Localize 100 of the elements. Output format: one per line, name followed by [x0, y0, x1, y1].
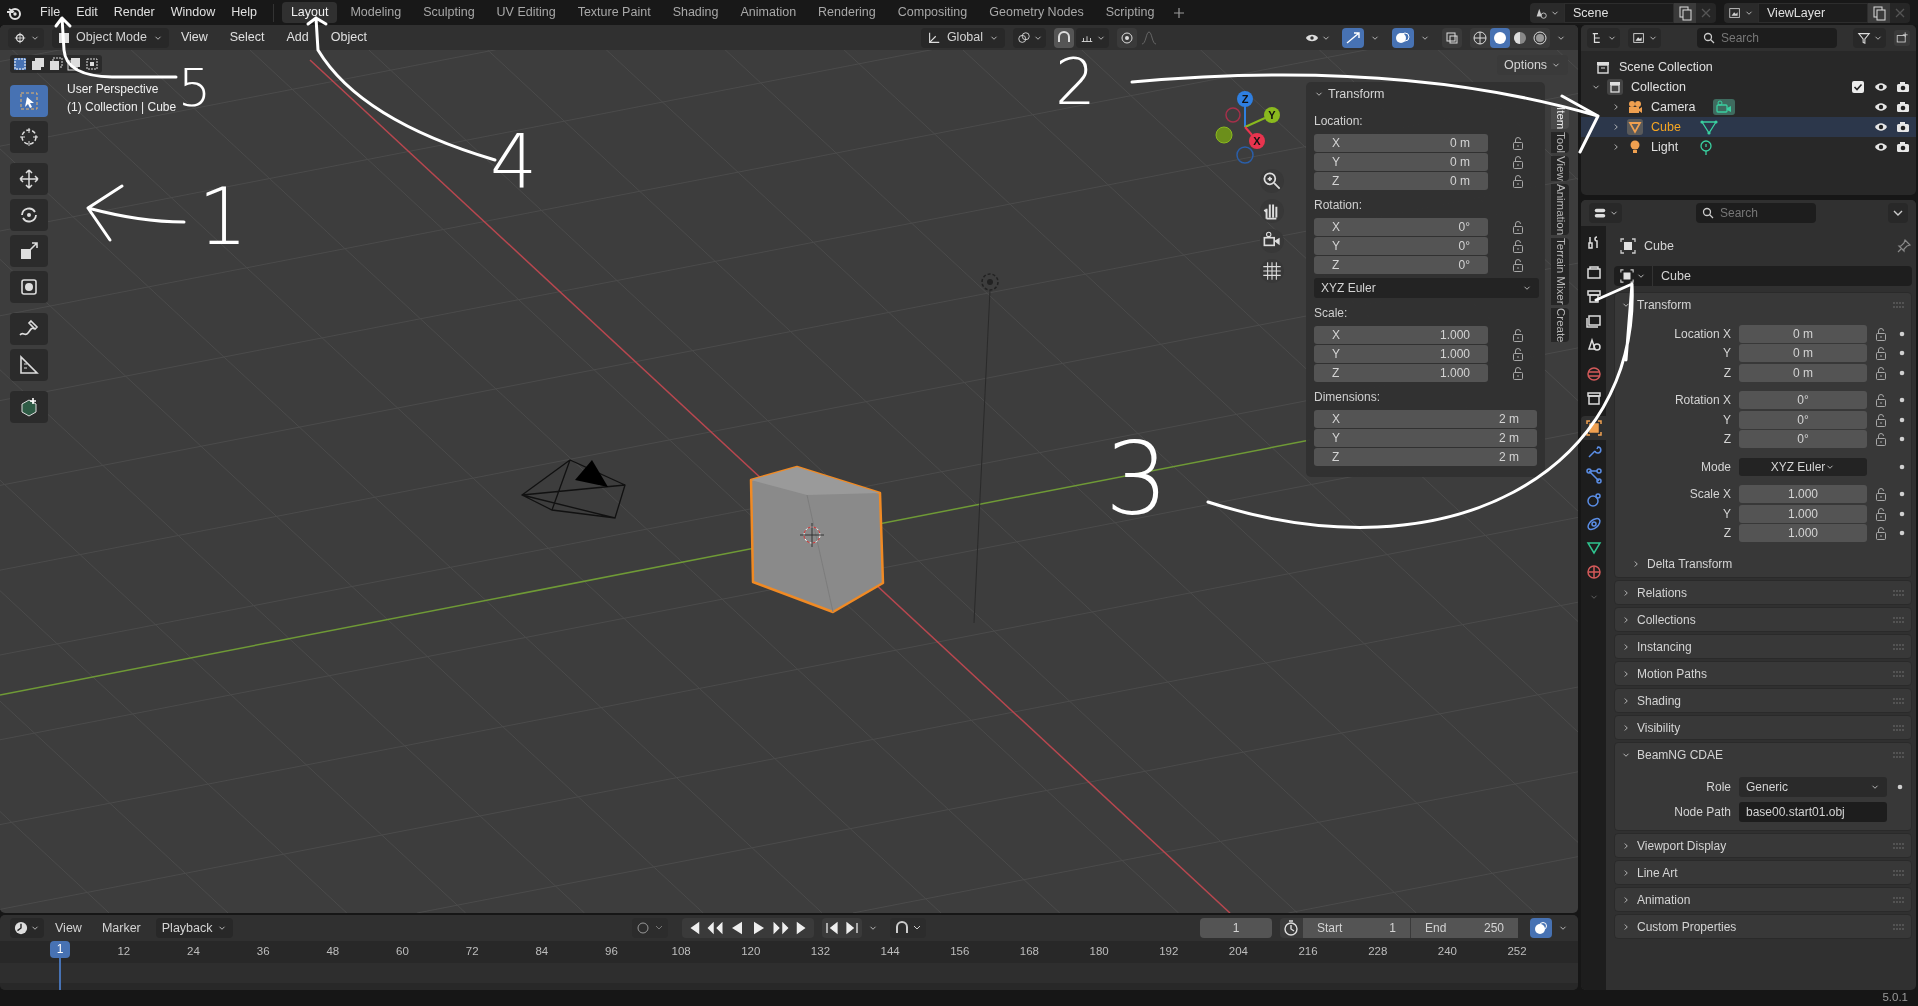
select-box-tool[interactable] — [10, 85, 48, 117]
lock-icon[interactable] — [1512, 328, 1524, 342]
add-cube-tool[interactable] — [10, 391, 48, 423]
solid-shading-icon[interactable] — [1490, 27, 1510, 48]
lock-icon[interactable] — [1512, 174, 1524, 188]
menu-item[interactable]: View — [46, 918, 91, 938]
workspace-tab[interactable]: Texture Paint — [568, 2, 660, 23]
number-field[interactable]: Z 0 m — [1314, 172, 1488, 190]
menu-item[interactable]: Render — [105, 3, 163, 22]
lock-icon[interactable] — [1875, 393, 1887, 408]
lock-icon[interactable] — [1875, 506, 1887, 521]
keyframe-dot-icon[interactable] — [1899, 530, 1905, 537]
end-frame-field[interactable]: End 250 — [1410, 918, 1518, 938]
drag-handle-icon[interactable] — [1893, 842, 1905, 849]
drag-handle-icon[interactable] — [1893, 896, 1905, 903]
sidebar-tab[interactable]: Animation — [1551, 184, 1569, 236]
workspace-tab[interactable]: Scripting — [1096, 2, 1164, 23]
eye-icon[interactable] — [1874, 101, 1888, 113]
orientation-dropdown[interactable]: Global — [920, 27, 1006, 48]
lock-icon[interactable] — [1875, 412, 1887, 427]
number-field[interactable]: Z 0° — [1314, 256, 1488, 274]
new-collection-icon[interactable] — [1894, 28, 1910, 48]
options-dropdown-icon[interactable] — [1888, 203, 1908, 223]
number-field[interactable]: 1.000 — [1739, 485, 1867, 504]
menu-item[interactable]: View — [170, 28, 218, 47]
lock-icon[interactable] — [1512, 366, 1524, 380]
editor-type-button[interactable] — [10, 918, 44, 938]
invert-selection-icon[interactable] — [65, 56, 83, 72]
workspace-tab[interactable]: Shading — [663, 2, 728, 23]
sidebar-tab[interactable]: Tool — [1551, 132, 1569, 154]
drag-handle-icon[interactable] — [1893, 751, 1905, 758]
lock-icon[interactable] — [1875, 432, 1887, 447]
mode-dropdown[interactable]: Object Mode — [52, 27, 169, 48]
image-stack-icon[interactable] — [1728, 5, 1742, 20]
sidebar-tab[interactable]: Terrain Mixer — [1551, 238, 1569, 305]
keyframe-dot-icon[interactable] — [1899, 330, 1905, 337]
workspace-tab[interactable]: Layout — [281, 2, 338, 23]
number-field[interactable]: X 0° — [1314, 218, 1488, 236]
search-field[interactable]: Search — [1696, 203, 1816, 223]
rotation-mode-dropdown[interactable]: XYZ Euler — [1314, 278, 1539, 298]
lock-icon[interactable] — [1512, 258, 1524, 272]
lock-icon[interactable] — [1512, 136, 1524, 150]
outliner-row[interactable]: Camera — [1581, 97, 1916, 117]
number-field[interactable]: 0° — [1739, 391, 1867, 410]
render-camera-icon[interactable] — [1896, 101, 1910, 113]
hand-icon[interactable] — [1260, 199, 1284, 223]
menu-item[interactable]: Object — [320, 28, 377, 47]
number-field[interactable]: 0 m — [1739, 363, 1867, 382]
outliner-row[interactable]: Scene Collection — [1581, 57, 1916, 77]
number-field[interactable]: 1.000 — [1739, 524, 1867, 543]
workspace-tab[interactable]: Animation — [731, 2, 806, 23]
panel-header[interactable]: BeamNG CDAE — [1621, 743, 1905, 766]
number-field[interactable]: Y 0° — [1314, 237, 1488, 255]
sync-toggle-icon[interactable] — [1530, 918, 1552, 938]
number-field[interactable]: 0 m — [1739, 344, 1867, 363]
number-field[interactable]: 0° — [1739, 430, 1867, 449]
number-field[interactable]: Z 1.000 — [1314, 364, 1488, 382]
menu-item[interactable]: Add — [276, 28, 319, 47]
rotate-tool[interactable] — [10, 199, 48, 231]
editor-type-button[interactable] — [1587, 28, 1620, 48]
xray-toggle-icon[interactable] — [1442, 27, 1462, 48]
checkbox[interactable] — [1852, 81, 1864, 93]
subpanel-header[interactable]: Delta Transform — [1621, 551, 1905, 577]
lock-icon[interactable] — [1875, 326, 1887, 341]
drag-handle-icon[interactable] — [1893, 869, 1905, 876]
outliner-row[interactable]: Cube — [1581, 117, 1916, 137]
render-camera-icon[interactable] — [1896, 81, 1910, 93]
pin-icon[interactable] — [1896, 238, 1912, 254]
drag-handle-icon[interactable] — [1893, 589, 1905, 596]
playback-dropdown[interactable]: Playback — [155, 918, 233, 938]
proportional-edit-icon[interactable] — [1117, 27, 1138, 48]
measure-tool[interactable] — [10, 349, 48, 381]
panel-header[interactable]: Transform — [1314, 82, 1537, 106]
menu-item[interactable]: Edit — [68, 3, 106, 22]
workspace-tab[interactable]: Modeling — [341, 2, 411, 23]
lock-icon[interactable] — [1875, 526, 1887, 541]
keyframe-dot-icon[interactable] — [1899, 491, 1905, 498]
menu-item[interactable]: File — [32, 3, 69, 22]
transform-tool[interactable] — [10, 271, 48, 303]
copy-icon[interactable] — [1868, 2, 1890, 23]
overlay-toggle-icon[interactable] — [1392, 27, 1414, 48]
render-camera-icon[interactable] — [1896, 121, 1910, 133]
number-field[interactable]: 0° — [1739, 410, 1867, 429]
menu-item[interactable]: Marker — [92, 918, 150, 938]
snap-magnet-icon[interactable] — [1054, 27, 1075, 48]
display-mode-button[interactable] — [1628, 28, 1661, 48]
lock-icon[interactable] — [1875, 487, 1887, 502]
number-field[interactable]: Y 0 m — [1314, 153, 1488, 171]
scene-type-button[interactable] — [1530, 2, 1564, 23]
keyframe-dot-icon[interactable] — [1899, 416, 1905, 423]
editor-type-button[interactable] — [8, 27, 44, 48]
lock-icon[interactable] — [1512, 155, 1524, 169]
snap-target-button[interactable] — [1076, 27, 1110, 48]
keyframe-dot-icon[interactable] — [1899, 369, 1905, 376]
text-field[interactable]: base00.start01.obj — [1739, 801, 1887, 822]
keyframe-dot-icon[interactable] — [1899, 463, 1905, 470]
number-field[interactable]: 0 m — [1739, 324, 1867, 343]
axis-handle[interactable] — [1225, 107, 1241, 123]
keyframe-dot-icon[interactable] — [1899, 436, 1905, 443]
number-field[interactable]: Z 2 m — [1314, 448, 1537, 466]
